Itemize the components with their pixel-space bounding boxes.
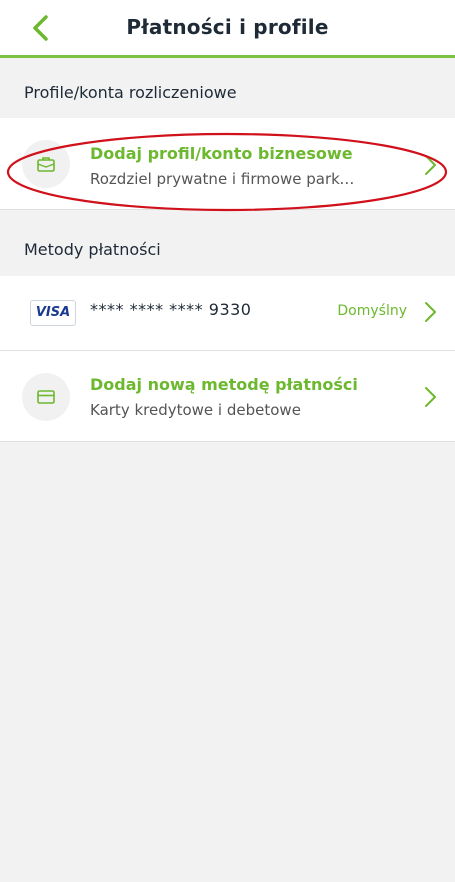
add-business-profile-subtitle: Rozdziel prywatne i firmowe parkowanie bbox=[90, 170, 355, 188]
chevron-right-icon bbox=[425, 302, 436, 322]
briefcase-icon-circle bbox=[22, 140, 70, 188]
add-payment-method-title: Dodaj nową metodę płatności bbox=[90, 375, 358, 394]
visa-card-row[interactable]: VISA **** **** **** 9330 Domyślny bbox=[0, 276, 455, 351]
card-number: **** **** **** 9330 bbox=[90, 300, 252, 319]
section-label-payment-methods: Metody płatności bbox=[24, 240, 161, 259]
chevron-right-icon bbox=[425, 155, 436, 175]
page-title: Płatności i profile bbox=[126, 15, 329, 39]
header-bar: Płatności i profile bbox=[0, 0, 455, 58]
add-business-profile-row[interactable]: Dodaj profil/konto biznesowe Rozdziel pr… bbox=[0, 118, 455, 210]
add-business-profile-title: Dodaj profil/konto biznesowe bbox=[90, 144, 353, 163]
briefcase-icon bbox=[37, 157, 55, 172]
credit-card-icon bbox=[37, 390, 55, 404]
add-payment-method-row[interactable]: Dodaj nową metodę płatności Karty kredyt… bbox=[0, 351, 455, 442]
default-badge: Domyślny bbox=[337, 303, 407, 319]
credit-card-icon-circle bbox=[22, 373, 70, 421]
visa-logo: VISA bbox=[30, 300, 76, 326]
section-label-profiles: Profile/konta rozliczeniowe bbox=[24, 83, 237, 102]
add-payment-method-subtitle: Karty kredytowe i debetowe bbox=[90, 401, 301, 419]
chevron-right-icon bbox=[425, 387, 436, 407]
